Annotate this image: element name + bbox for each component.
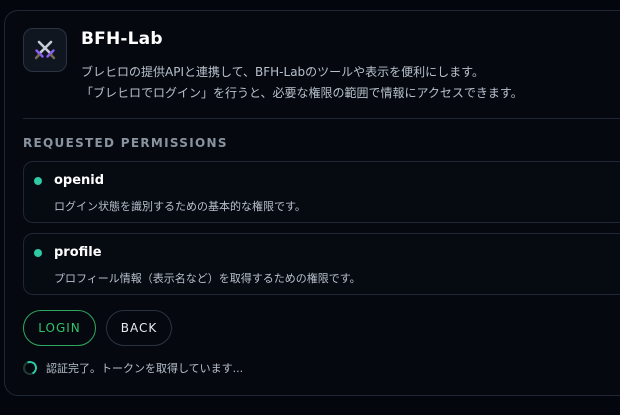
status-row: 認証完了。トークンを取得しています... [21,359,244,377]
status-dot [34,177,42,185]
app-description-line2: 「ブレヒロでログイン」を行うと、必要な権限の範囲で情報にアクセスできます。 [81,86,523,100]
status-dot [34,249,42,257]
divider [23,118,620,119]
consent-card: BFH-Lab ブレヒロの提供APIと連携して、BFH-Labのツールや表示を便… [4,10,620,396]
status-text: 認証完了。トークンを取得しています... [46,362,244,375]
loading-spinner-icon [21,359,39,377]
back-button[interactable]: BACK [106,310,172,346]
app-title: BFH-Lab [81,29,163,49]
login-button[interactable]: LOGIN [23,310,96,346]
permission-name: profile [54,245,102,260]
permission-item-profile: profile プロフィール情報（表示名など）を取得するための権限です。 [23,233,620,295]
permission-description: プロフィール情報（表示名など）を取得するための権限です。 [54,272,361,285]
crossed-swords-icon [34,40,56,60]
permissions-section-label: REQUESTED PERMISSIONS [23,136,228,150]
app-icon [23,28,67,72]
app-description-line1: ブレヒロの提供APIと連携して、BFH-Labのツールや表示を便利にします。 [81,65,484,79]
permission-item-openid: openid ログイン状態を識別するための基本的な権限です。 [23,161,620,223]
permission-description: ログイン状態を識別するための基本的な権限です。 [54,200,306,213]
permission-name: openid [54,173,105,188]
